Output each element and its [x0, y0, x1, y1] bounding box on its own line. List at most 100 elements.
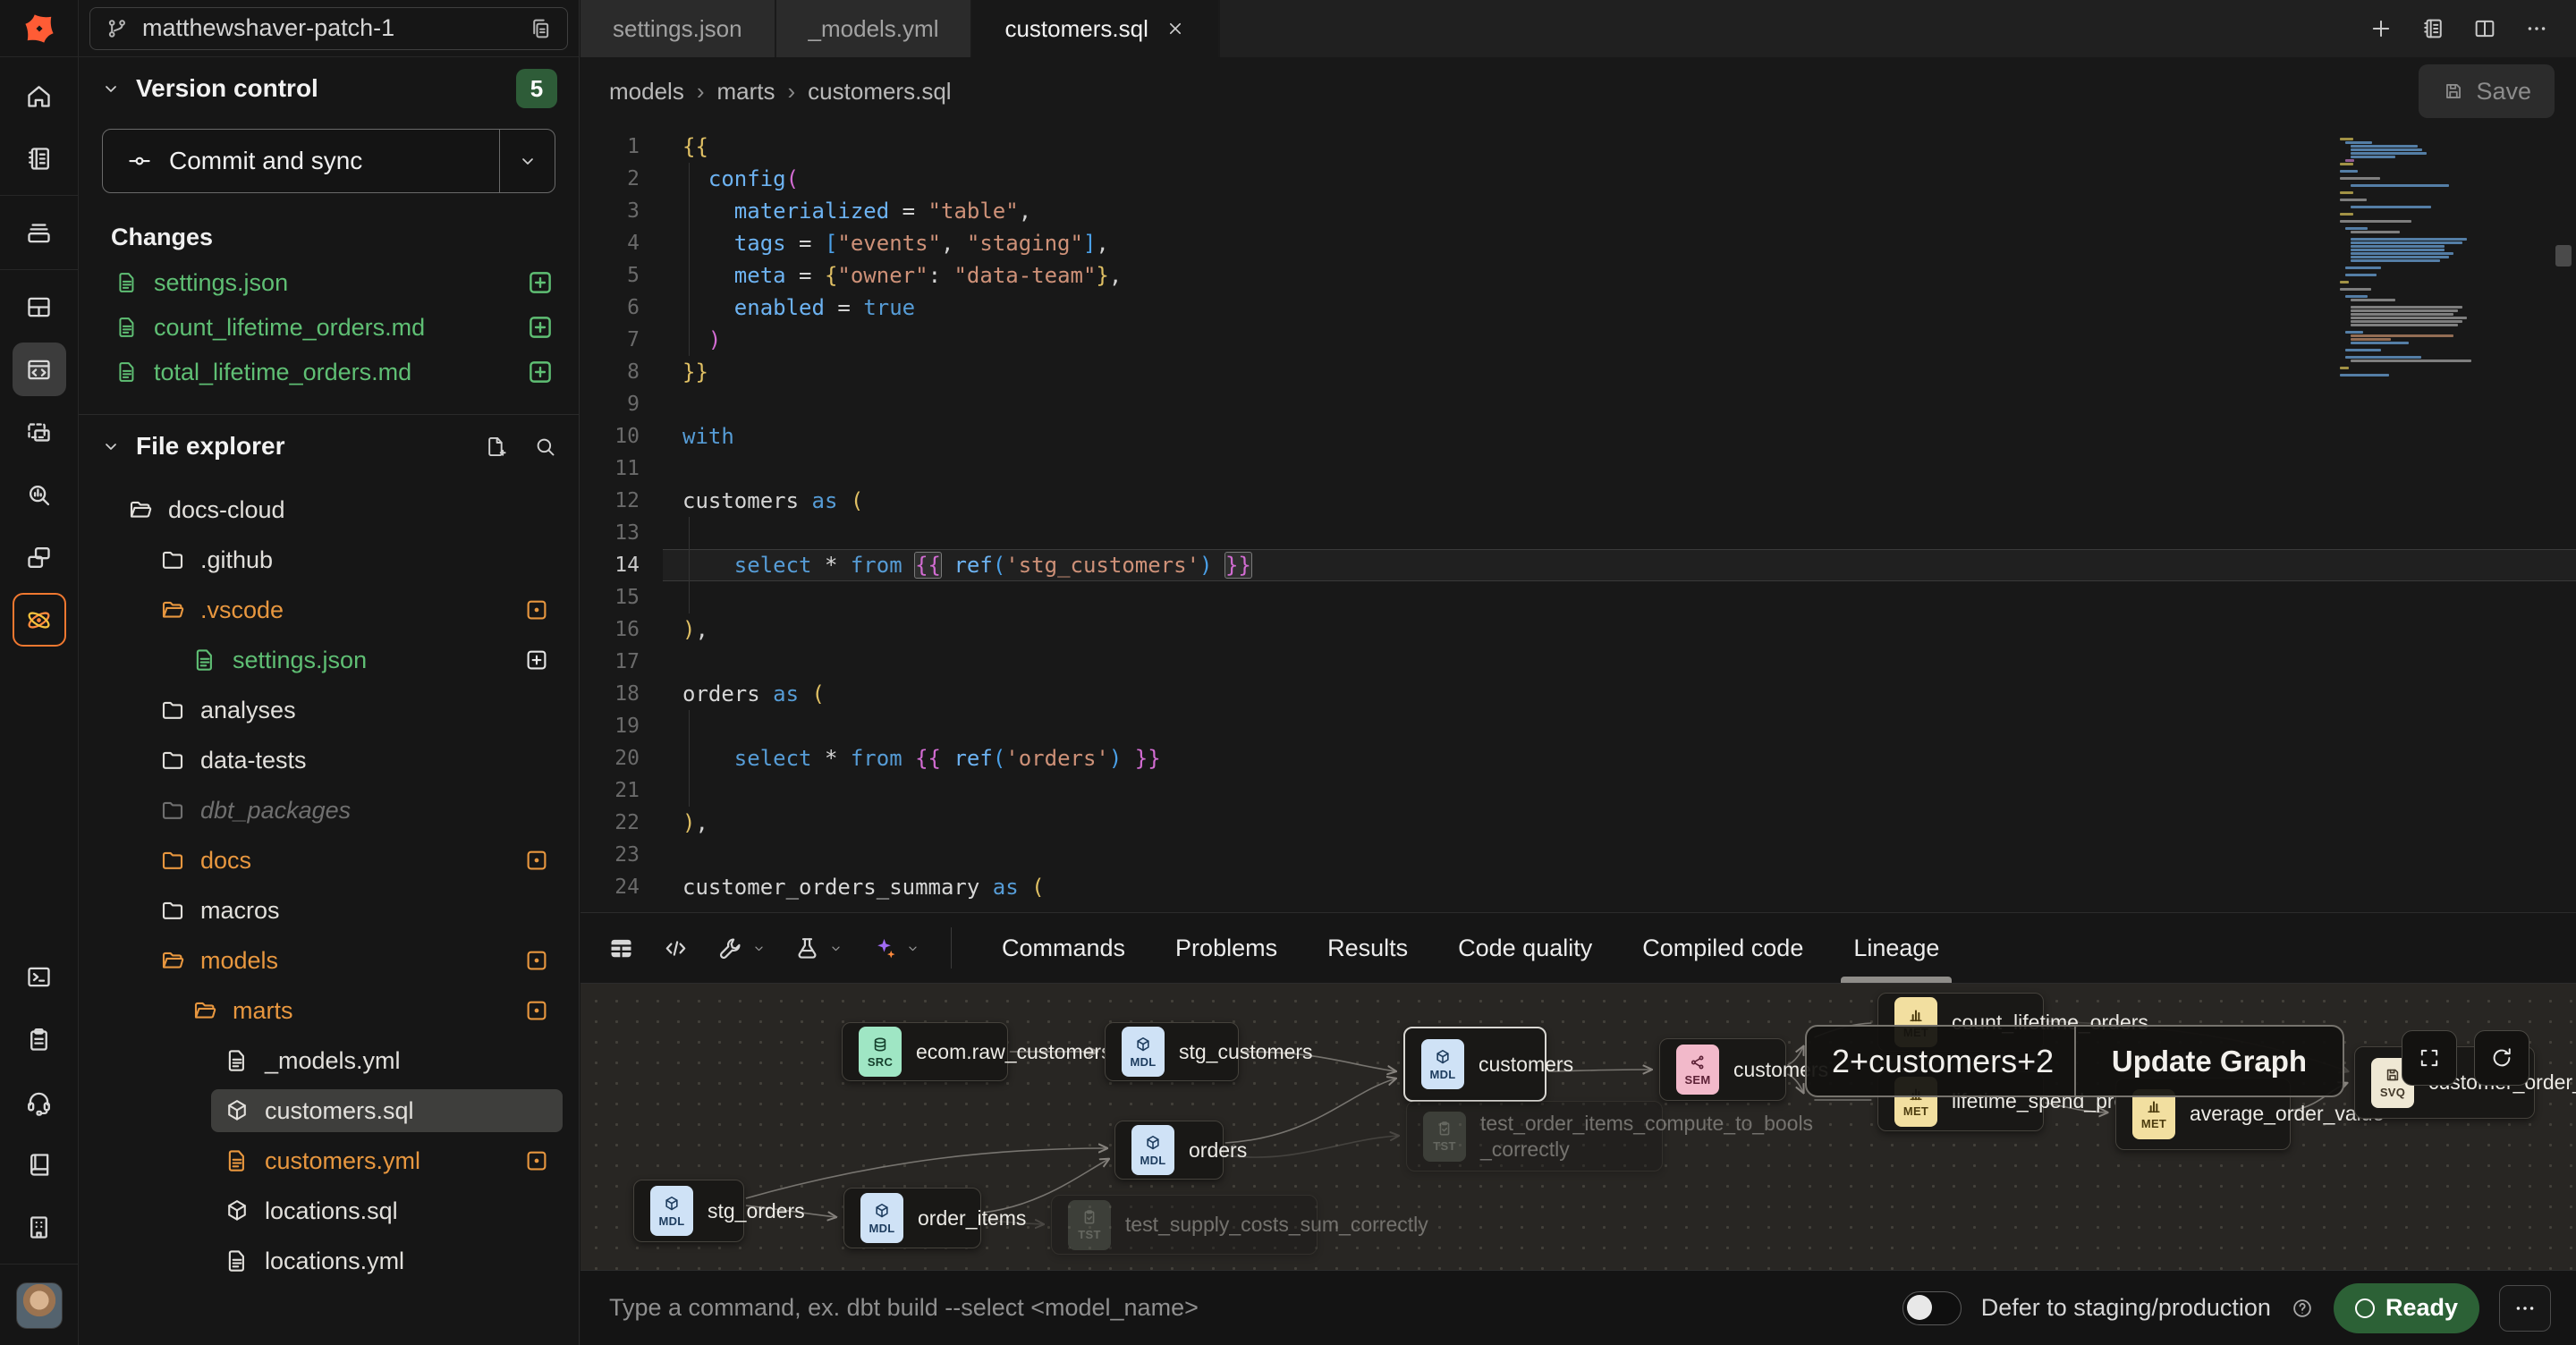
- rail-terminal-button[interactable]: [13, 950, 66, 1003]
- rail-insights-search-button[interactable]: [13, 468, 66, 521]
- tree-item-customers-yml[interactable]: customers.yml: [79, 1136, 579, 1186]
- rail-code-editor-button[interactable]: [13, 343, 66, 396]
- tree-item--github[interactable]: .github: [79, 535, 579, 585]
- changed-file-row[interactable]: count_lifetime_orders.md: [79, 305, 579, 350]
- preview-table-button[interactable]: [607, 935, 635, 962]
- lineage-node-order-items[interactable]: MDLorder_items: [843, 1188, 981, 1248]
- rail-windows-link-button[interactable]: [13, 530, 66, 584]
- tab--models-yml[interactable]: _models.yml: [776, 0, 973, 57]
- panel-tab-results[interactable]: Results: [1302, 913, 1433, 983]
- code-editor[interactable]: 1{{2 config(3 materialized = "table",4 t…: [580, 125, 2576, 912]
- lineage-node-ecom-raw-customers[interactable]: SRCecom.raw_customers: [842, 1022, 1008, 1081]
- code-line: 18orders as (: [580, 678, 2576, 710]
- chevron-down-icon[interactable]: [100, 78, 122, 99]
- minimap[interactable]: [2340, 138, 2476, 385]
- fullscreen-button[interactable]: [2402, 1030, 2457, 1086]
- copy-branch-icon[interactable]: [528, 16, 553, 41]
- update-graph-button[interactable]: Update Graph: [2074, 1027, 2343, 1095]
- tab-settings-json[interactable]: settings.json: [580, 0, 776, 57]
- panel-tab-problems[interactable]: Problems: [1150, 913, 1302, 983]
- code-token: ,: [1109, 263, 1122, 288]
- defer-toggle[interactable]: [1902, 1291, 1962, 1325]
- compile-code-button[interactable]: [662, 935, 690, 962]
- command-more-button[interactable]: [2499, 1285, 2551, 1332]
- changed-file-row[interactable]: total_lifetime_orders.md: [79, 350, 579, 394]
- rail-organization-building-button[interactable]: [13, 1200, 66, 1254]
- tree-item-locations-yml[interactable]: locations.yml: [79, 1236, 579, 1286]
- breadcrumb-file[interactable]: customers.sql: [808, 78, 951, 106]
- help-icon[interactable]: [2291, 1297, 2314, 1320]
- code-token: "owner": [837, 263, 928, 288]
- lineage-node-test-order-items[interactable]: TSTtest_order_items_compute_to_bools_cor…: [1406, 1101, 1663, 1172]
- lineage-node-stg-customers[interactable]: MDLstg_customers: [1105, 1022, 1239, 1081]
- close-tab-icon[interactable]: [1165, 18, 1186, 39]
- tree-item-marts[interactable]: marts: [79, 985, 579, 1036]
- changed-file-row[interactable]: settings.json: [79, 260, 579, 305]
- panel-tab-commands[interactable]: Commands: [977, 913, 1150, 983]
- stage-file-icon[interactable]: [525, 312, 555, 343]
- rail-dbt-copilot-atom-button[interactable]: [13, 593, 66, 647]
- tree-item-docs-cloud[interactable]: docs-cloud: [79, 485, 579, 535]
- save-button[interactable]: Save: [2419, 64, 2555, 118]
- tree-item--vscode[interactable]: .vscode: [79, 585, 579, 635]
- refresh-graph-button[interactable]: [2474, 1030, 2529, 1086]
- tab-customers-sql[interactable]: customers.sql: [972, 0, 1219, 57]
- tree-item-analyses[interactable]: analyses: [79, 685, 579, 735]
- breadcrumb-marts[interactable]: marts: [717, 78, 775, 106]
- stage-file-icon[interactable]: [525, 357, 555, 387]
- rail-documentation-book-button[interactable]: [13, 1138, 66, 1191]
- rail-canvas-button[interactable]: [13, 405, 66, 459]
- new-tab-icon[interactable]: [2368, 16, 2394, 41]
- stage-file-icon[interactable]: [523, 647, 550, 673]
- rail-notebook-button[interactable]: [13, 131, 66, 185]
- more-actions-icon[interactable]: [2524, 16, 2549, 41]
- ready-status-badge[interactable]: Ready: [2334, 1283, 2479, 1333]
- code-token: {{: [915, 746, 941, 771]
- test-button[interactable]: [793, 935, 843, 962]
- notebook-icon[interactable]: [2420, 16, 2445, 41]
- new-file-icon[interactable]: [484, 435, 508, 459]
- stage-file-icon[interactable]: [525, 267, 555, 298]
- line-number: 11: [580, 453, 663, 485]
- lineage-graph[interactable]: SRCecom.raw_customers MDLstg_customers MDL…: [580, 984, 2576, 1270]
- copilot-button[interactable]: [870, 935, 920, 962]
- build-button[interactable]: [716, 935, 767, 962]
- search-files-icon[interactable]: [533, 435, 557, 459]
- chevron-down-icon[interactable]: [100, 436, 122, 457]
- tree-item-data-tests[interactable]: data-tests: [79, 735, 579, 785]
- tree-item-docs[interactable]: docs: [79, 835, 579, 885]
- panel-tab-code-quality[interactable]: Code quality: [1433, 913, 1617, 983]
- tree-item-macros[interactable]: macros: [79, 885, 579, 935]
- lineage-node-test-supply-costs[interactable]: TSTtest_supply_costs_sum_correctly: [1051, 1195, 1318, 1255]
- user-avatar[interactable]: [16, 1282, 63, 1329]
- rail-home-button[interactable]: [13, 69, 66, 123]
- lineage-node-customers-model[interactable]: MDLcustomers: [1403, 1027, 1546, 1102]
- rail-tasks-clipboard-button[interactable]: [13, 1012, 66, 1066]
- branch-selector[interactable]: matthewshaver-patch-1: [89, 7, 568, 50]
- rail-stack-button[interactable]: [13, 206, 66, 259]
- tree-item-customers-sql[interactable]: customers.sql: [79, 1086, 579, 1136]
- breadcrumb-models[interactable]: models: [609, 78, 684, 106]
- editor-scrollbar-thumb[interactable]: [2555, 245, 2572, 266]
- rail-dashboard-grid-button[interactable]: [13, 280, 66, 334]
- lineage-node-customers-semantic[interactable]: SEMcustomers: [1659, 1038, 1786, 1101]
- tree-item--models-yml[interactable]: _models.yml: [79, 1036, 579, 1086]
- tree-item-settings-json[interactable]: settings.json: [79, 635, 579, 685]
- panel-tab-lineage[interactable]: Lineage: [1828, 913, 1964, 983]
- tree-item-locations-sql[interactable]: locations.sql: [79, 1186, 579, 1236]
- rail-support-headset-button[interactable]: [13, 1075, 66, 1129]
- tree-item-dbt-packages[interactable]: dbt_packages: [79, 785, 579, 835]
- lineage-query-input[interactable]: 2+customers+2: [1807, 1027, 2074, 1095]
- lineage-node-stg-orders[interactable]: MDLstg_orders: [633, 1180, 744, 1242]
- command-input[interactable]: Type a command, ex. dbt build --select <…: [609, 1294, 1902, 1322]
- minimap-line: [2340, 177, 2380, 180]
- code-text: orders as (: [663, 678, 2576, 710]
- code-text: [663, 710, 2576, 742]
- panel-tab-compiled-code[interactable]: Compiled code: [1617, 913, 1828, 983]
- lineage-node-orders[interactable]: MDLorders: [1114, 1121, 1224, 1180]
- tree-item-models[interactable]: models: [79, 935, 579, 985]
- commit-and-sync-button[interactable]: Commit and sync: [102, 129, 555, 193]
- dbt-logo[interactable]: [0, 0, 79, 57]
- commit-options-caret[interactable]: [499, 130, 555, 192]
- split-editor-icon[interactable]: [2472, 16, 2497, 41]
